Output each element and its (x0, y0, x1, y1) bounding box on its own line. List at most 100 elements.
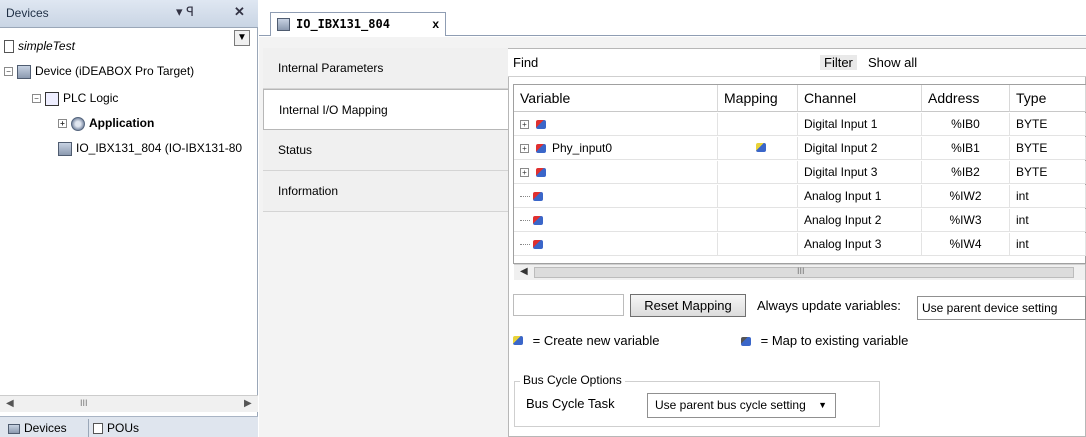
bus-cycle-options-title: Bus Cycle Options (520, 373, 625, 387)
bus-cycle-task-select[interactable]: Use parent bus cycle setting ▼ (647, 393, 836, 418)
channel-cell: Analog Input 1 (798, 185, 922, 208)
channel-cell: Digital Input 3 (798, 161, 922, 184)
editor-tab-label: IO_IBX131_804 (296, 17, 390, 31)
column-header-variable[interactable]: Variable (514, 85, 718, 112)
tab-pous[interactable]: POUs (88, 419, 143, 437)
panel-pin-icon[interactable]: ▾ ꟼ (176, 4, 194, 20)
table-row[interactable]: + Phy_input0 Digital Input 2 %IB1 BYTE (514, 137, 1086, 160)
scroll-right-icon[interactable]: ▶ (244, 398, 252, 409)
mapping-cell[interactable] (718, 233, 798, 256)
scroll-grip: III (797, 266, 805, 276)
tree-line (520, 220, 530, 222)
pous-tab-icon (93, 423, 103, 435)
column-header-type[interactable]: Type (1010, 85, 1086, 112)
expand-icon[interactable]: + (520, 120, 529, 130)
channel-cell: Digital Input 1 (798, 113, 922, 136)
map-existing-icon (741, 337, 751, 347)
tab-internal-io-mapping[interactable]: Internal I/O Mapping (263, 89, 508, 130)
tree-item-project[interactable]: simpleTest (4, 36, 75, 56)
tab-devices[interactable]: Devices (4, 419, 71, 437)
tree-item-application[interactable]: + Application (58, 113, 154, 133)
mapping-cell[interactable] (718, 137, 798, 160)
devices-panel-title: Devices (6, 6, 49, 20)
column-header-mapping[interactable]: Mapping (718, 85, 798, 112)
address-cell: %IW4 (922, 233, 1010, 256)
variable-cell[interactable]: + (514, 161, 718, 184)
panel-close-icon[interactable]: ✕ (234, 4, 245, 20)
tab-status[interactable]: Status (263, 130, 508, 171)
device-icon (17, 64, 31, 79)
variable-cell[interactable]: + (514, 113, 718, 136)
type-cell: int (1010, 233, 1086, 256)
type-cell: BYTE (1010, 161, 1086, 184)
collapse-icon[interactable]: − (32, 94, 41, 104)
mapping-cell[interactable] (718, 161, 798, 184)
column-header-address[interactable]: Address (922, 85, 1010, 112)
variable-icon (536, 144, 546, 154)
mapping-cell[interactable] (718, 185, 798, 208)
address-cell: %IW3 (922, 209, 1010, 232)
bus-cycle-task-value: Use parent bus cycle setting (655, 398, 806, 412)
variable-name: Phy_input0 (552, 141, 613, 155)
create-variable-icon (513, 336, 523, 345)
devices-panel-header: Devices ▾ ꟼ ✕ (0, 0, 258, 28)
device-dropdown-button[interactable]: ▼ (234, 30, 250, 46)
table-row[interactable]: Analog Input 1 %IW2 int (514, 185, 1086, 208)
always-update-select[interactable]: Use parent device setting (917, 296, 1086, 320)
filter-value[interactable]: Show all (868, 55, 917, 70)
variable-cell[interactable]: + Phy_input0 (514, 137, 718, 160)
io-module-icon (58, 141, 72, 156)
tree-line (520, 244, 530, 246)
tab-internal-parameters[interactable]: Internal Parameters (263, 48, 508, 89)
tree-item-label: simpleTest (18, 39, 75, 53)
grid-horizontal-scrollbar[interactable]: ◀ III (514, 264, 1085, 280)
variable-cell[interactable] (514, 233, 718, 256)
table-row[interactable]: Analog Input 3 %IW4 int (514, 233, 1086, 256)
mapping-cell[interactable] (718, 209, 798, 232)
always-update-label: Always update variables: (757, 298, 901, 313)
type-cell: BYTE (1010, 137, 1086, 160)
devices-bottom-tabs: Devices POUs (0, 416, 258, 437)
bus-cycle-task-label: Bus Cycle Task (526, 396, 615, 411)
expand-icon[interactable]: + (58, 119, 67, 129)
scroll-grip: III (80, 398, 88, 408)
column-header-channel[interactable]: Channel (798, 85, 922, 112)
tree-line (520, 196, 530, 198)
variable-icon (533, 216, 543, 226)
mapping-cell[interactable] (718, 113, 798, 136)
tree-item-device[interactable]: − Device (iDEABOX Pro Target) (4, 61, 194, 81)
legend-create-new: = Create new variable (513, 333, 659, 348)
devices-horizontal-scrollbar[interactable]: ◀ III ▶ (0, 395, 258, 412)
scroll-left-icon[interactable]: ◀ (520, 266, 528, 277)
variable-cell[interactable] (514, 185, 718, 208)
tree-item-plc-logic[interactable]: − PLC Logic (32, 88, 118, 108)
channel-cell: Analog Input 2 (798, 209, 922, 232)
reset-mapping-button[interactable]: Reset Mapping (630, 294, 746, 317)
variable-cell[interactable] (514, 209, 718, 232)
table-row[interactable]: + Digital Input 1 %IB0 BYTE (514, 113, 1086, 136)
chevron-down-icon: ▼ (818, 400, 827, 410)
filter-label[interactable]: Filter (820, 55, 857, 70)
editor-tab-io-module[interactable]: IO_IBX131_804 x (270, 12, 446, 36)
close-tab-icon[interactable]: x (432, 13, 439, 35)
legend-map-text: = Map to existing variable (760, 333, 909, 348)
scroll-left-icon[interactable]: ◀ (6, 398, 14, 409)
project-icon (4, 40, 14, 54)
tree-item-label: PLC Logic (63, 91, 119, 105)
tab-label: POUs (107, 421, 140, 435)
tree-item-label: IO_IBX131_804 (IO-IBX131-80 (76, 141, 243, 155)
tab-information[interactable]: Information (263, 171, 508, 212)
find-label[interactable]: Find (513, 55, 538, 70)
table-row[interactable]: Analog Input 2 %IW3 int (514, 209, 1086, 232)
collapse-icon[interactable]: − (4, 67, 13, 77)
tab-label: Devices (24, 421, 67, 435)
mapping-filter-input[interactable] (513, 294, 624, 316)
table-row[interactable]: + Digital Input 3 %IB2 BYTE (514, 161, 1086, 184)
expand-icon[interactable]: + (520, 144, 529, 154)
channel-cell: Analog Input 3 (798, 233, 922, 256)
find-bar (508, 49, 1086, 77)
mapping-icon (755, 143, 766, 152)
expand-icon[interactable]: + (520, 168, 529, 178)
channel-cell: Digital Input 2 (798, 137, 922, 160)
tree-item-io-module[interactable]: IO_IBX131_804 (IO-IBX131-80 (58, 138, 242, 158)
